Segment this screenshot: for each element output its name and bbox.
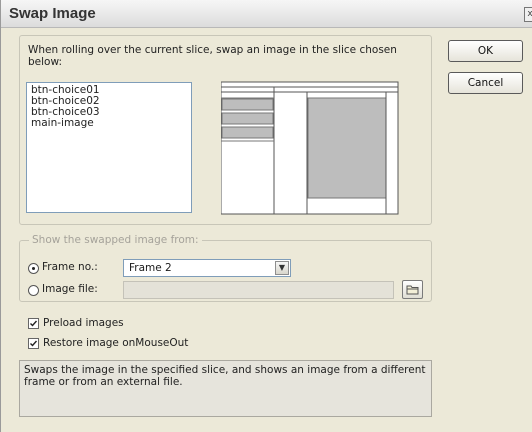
- behavior-description: Swaps the image in the specified slice, …: [19, 360, 432, 417]
- frame-radio-label[interactable]: Frame no.:: [42, 261, 98, 273]
- chevron-down-icon[interactable]: ▼: [275, 261, 289, 275]
- restore-image-checkbox[interactable]: [28, 338, 39, 349]
- instruction-text: When rolling over the current slice, swa…: [28, 44, 397, 68]
- frame-select[interactable]: Frame 2 ▼: [123, 259, 291, 277]
- slice-list-item[interactable]: main-image: [31, 118, 187, 129]
- folder-icon: [406, 285, 419, 295]
- image-file-field[interactable]: [123, 281, 394, 299]
- image-file-radio[interactable]: [28, 285, 39, 296]
- preview-main-image: [307, 97, 387, 199]
- check-icon: [30, 320, 38, 327]
- image-source-legend: Show the swapped image from:: [29, 234, 202, 246]
- frame-select-value: Frame 2: [129, 262, 172, 274]
- dialog-title: Swap Image: [9, 5, 96, 22]
- preload-images-label[interactable]: Preload images: [43, 317, 124, 329]
- radio-selected-dot: [32, 267, 35, 270]
- title-bar[interactable]: Swap Image x: [1, 0, 532, 28]
- frame-radio[interactable]: [28, 263, 39, 274]
- cancel-button[interactable]: Cancel: [448, 72, 523, 94]
- preload-images-checkbox[interactable]: [28, 318, 39, 329]
- close-icon[interactable]: x: [524, 7, 532, 22]
- slice-list[interactable]: btn-choice01 btn-choice02 btn-choice03 m…: [26, 82, 192, 213]
- preview-slice-button2: [221, 112, 274, 125]
- slice-preview: [221, 80, 399, 215]
- preview-slice-button1: [221, 98, 274, 111]
- swap-image-dialog: Swap Image x When rolling over the curre…: [0, 0, 532, 432]
- ok-button[interactable]: OK: [448, 40, 523, 62]
- restore-image-label[interactable]: Restore image onMouseOut: [43, 337, 188, 349]
- preview-slice-button3: [221, 126, 274, 139]
- browse-button[interactable]: [402, 280, 423, 299]
- check-icon: [30, 340, 38, 347]
- image-file-radio-label[interactable]: Image file:: [42, 283, 98, 295]
